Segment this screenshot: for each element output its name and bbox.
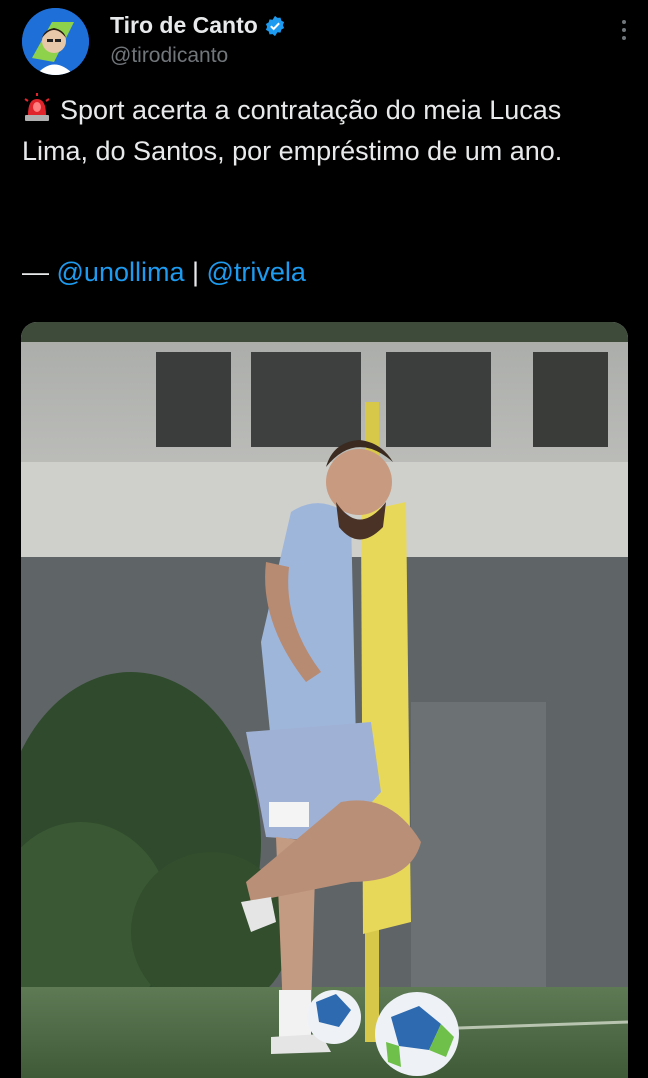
mention-link-unollima[interactable]: @unollima [57, 257, 185, 287]
author-handle[interactable]: @tirodicanto [110, 44, 228, 68]
author-avatar[interactable] [22, 8, 89, 75]
photo-player-training-icon [21, 322, 628, 1078]
more-options-icon[interactable] [620, 20, 628, 48]
police-light-siren-icon [24, 93, 50, 121]
tweet-text: Sport acerta a contratação do meia Lucas… [22, 90, 632, 172]
tweet-header: Tiro de Canto @tirodicanto [22, 8, 628, 78]
tweet-body: Sport acerta a contratação do meia Lucas… [22, 95, 563, 166]
credit-separator: | [184, 257, 207, 287]
mention-link-trivela[interactable]: @trivela [207, 257, 306, 287]
avatar-illustration-icon [22, 8, 89, 75]
author-display-name[interactable]: Tiro de Canto [110, 12, 258, 39]
credit-prefix: — [22, 257, 57, 287]
tweet-credit: — @unollima | @trivela [22, 252, 306, 292]
verified-badge-icon [265, 15, 284, 36]
tweet-media-photo[interactable] [21, 322, 628, 1078]
